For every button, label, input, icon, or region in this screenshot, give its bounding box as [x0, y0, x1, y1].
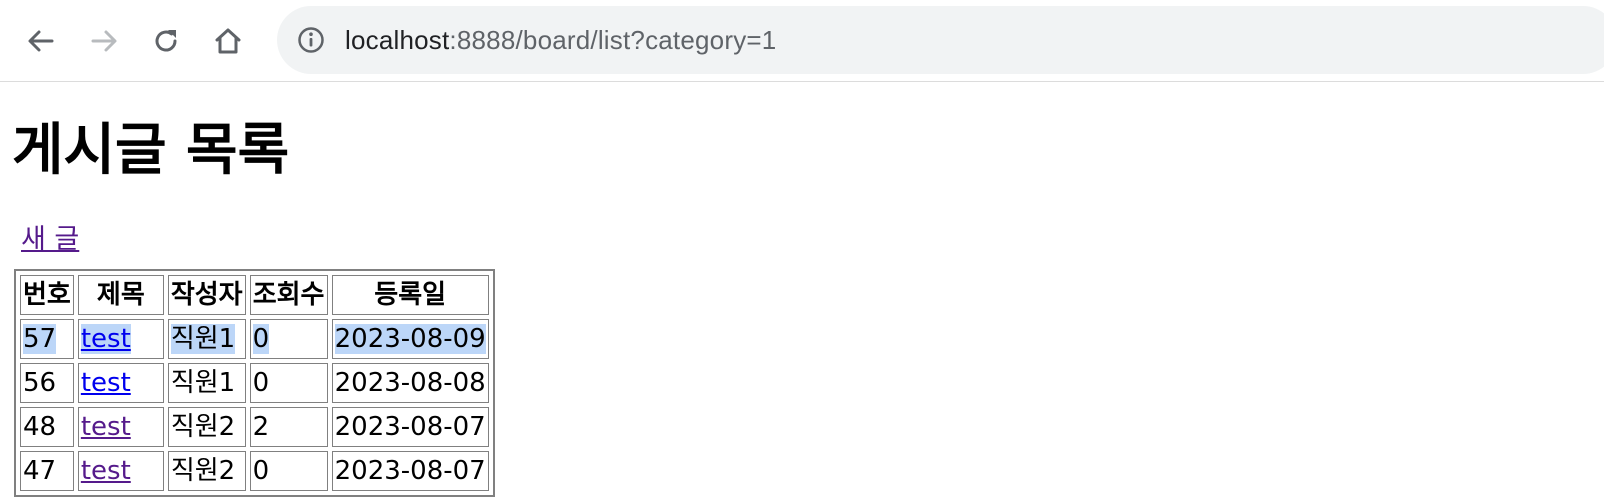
browser-toolbar: localhost:8888/board/list?category=1: [0, 0, 1604, 82]
back-icon: [28, 30, 54, 52]
cell-date: 2023-08-07: [331, 451, 489, 491]
cell-no: 47: [20, 451, 74, 491]
cell-title: test: [77, 319, 164, 359]
cell-title: test: [77, 451, 164, 491]
header-author: 작성자: [167, 275, 246, 315]
table-row: 57 test 직원1 0 2023-08-09: [20, 319, 489, 359]
address-bar[interactable]: localhost:8888/board/list?category=1: [277, 6, 1604, 74]
cell-author: 직원1: [167, 319, 246, 359]
header-date: 등록일: [331, 275, 489, 315]
post-title-link[interactable]: test: [81, 368, 131, 398]
url-text[interactable]: localhost:8888/board/list?category=1: [345, 23, 776, 57]
cell-views: 0: [249, 319, 328, 359]
board-table: 번호 제목 작성자 조회수 등록일 57 test 직원1 0 2023-08-…: [14, 269, 495, 497]
header-title: 제목: [77, 275, 164, 315]
home-button[interactable]: [208, 21, 248, 61]
forward-button[interactable]: [84, 21, 124, 61]
post-title-link[interactable]: test: [81, 456, 131, 486]
cell-no: 48: [20, 407, 74, 447]
info-icon[interactable]: [297, 26, 325, 54]
post-title-link[interactable]: test: [81, 412, 131, 442]
url-host: localhost: [345, 25, 450, 55]
table-row: 56 test 직원1 0 2023-08-08: [20, 363, 489, 403]
cell-title: test: [77, 407, 164, 447]
url-path: :8888/board/list?category=1: [449, 25, 777, 55]
back-button[interactable]: [21, 21, 61, 61]
cell-views: 0: [249, 363, 328, 403]
cell-no: 57: [20, 319, 74, 359]
header-no: 번호: [20, 275, 74, 315]
home-icon: [215, 28, 241, 54]
forward-icon: [91, 30, 117, 52]
cell-author: 직원2: [167, 407, 246, 447]
cell-date: 2023-08-09: [331, 319, 489, 359]
table-row: 47 test 직원2 0 2023-08-07: [20, 451, 489, 491]
reload-icon: [155, 30, 177, 52]
table-header-row: 번호 제목 작성자 조회수 등록일: [20, 275, 489, 315]
cell-views: 2: [249, 407, 328, 447]
reload-button[interactable]: [146, 21, 186, 61]
page-title: 게시글 목록: [12, 118, 290, 183]
post-title-link[interactable]: test: [81, 324, 131, 354]
cell-author: 직원1: [167, 363, 246, 403]
table-row: 48 test 직원2 2 2023-08-07: [20, 407, 489, 447]
cell-views: 0: [249, 451, 328, 491]
new-post-link[interactable]: 새 글: [21, 221, 79, 259]
cell-no: 56: [20, 363, 74, 403]
cell-date: 2023-08-07: [331, 407, 489, 447]
header-views: 조회수: [249, 275, 328, 315]
page-content: 게시글 목록 새 글 번호 제목 작성자 조회수 등록일 57 test 직원1…: [0, 83, 1604, 497]
cell-author: 직원2: [167, 451, 246, 491]
cell-date: 2023-08-08: [331, 363, 489, 403]
cell-title: test: [77, 363, 164, 403]
